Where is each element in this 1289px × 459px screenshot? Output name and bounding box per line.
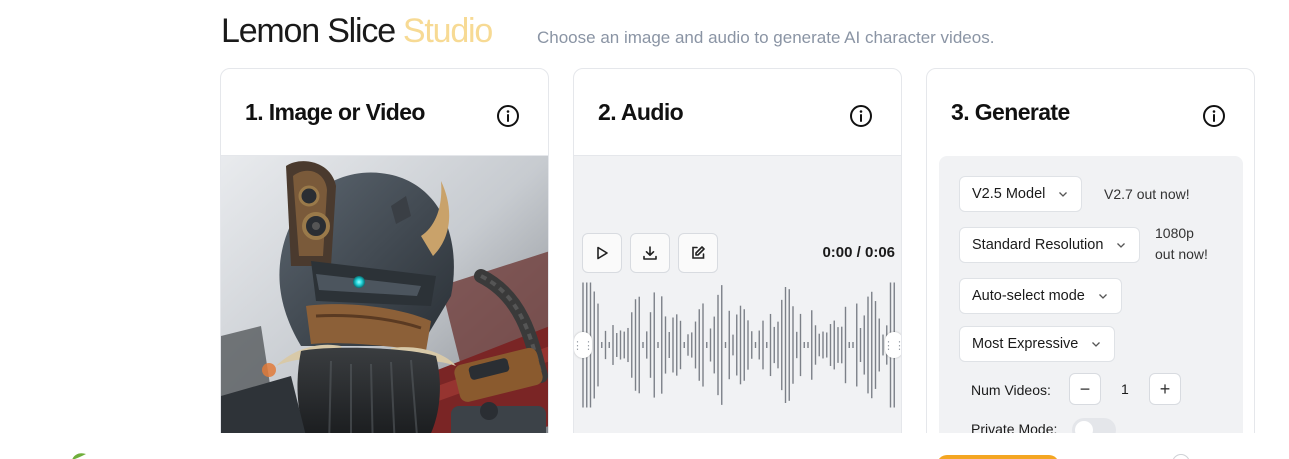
download-button[interactable] xyxy=(630,233,670,273)
generate-button[interactable] xyxy=(937,455,1059,459)
character-image[interactable] xyxy=(221,156,548,447)
tagline: Choose an image and audio to generate AI… xyxy=(537,28,995,47)
chevron-down-icon xyxy=(1098,294,1107,299)
audio-card: 2. Audio 0:00 / 0:06 ⋮⋮ ⋮ xyxy=(573,68,902,448)
chevron-down-icon xyxy=(1059,192,1068,197)
bottom-strip xyxy=(0,433,1289,459)
play-button[interactable] xyxy=(582,233,622,273)
model-select-value: V2.5 Model xyxy=(972,186,1046,202)
expressiveness-select[interactable]: Most Expressive xyxy=(959,326,1116,362)
num-videos-decrement-button[interactable]: − xyxy=(1069,373,1101,405)
info-icon[interactable] xyxy=(1202,104,1226,128)
audio-player: 0:00 / 0:06 ⋮⋮ ⋮⋮ xyxy=(574,156,901,447)
info-icon[interactable] xyxy=(496,104,520,128)
model-note: V2.7 out now! xyxy=(1104,186,1190,202)
audio-time: 0:00 / 0:06 xyxy=(822,244,895,261)
audio-waveform[interactable] xyxy=(580,278,898,413)
audio-card-header: 2. Audio xyxy=(574,69,901,156)
trim-handle-end[interactable]: ⋮⋮ xyxy=(883,332,901,358)
generate-options-panel: V2.5 Model V2.7 out now! Standard Resolu… xyxy=(939,156,1243,447)
model-select[interactable]: V2.5 Model xyxy=(959,176,1083,212)
chevron-down-icon xyxy=(1117,243,1126,248)
expressiveness-select-value: Most Expressive xyxy=(972,336,1079,352)
header: Lemon Slice Studio xyxy=(221,12,493,52)
lemon-leaf-icon xyxy=(72,453,86,459)
audio-card-title: 2. Audio xyxy=(598,99,684,125)
resolution-note: 1080p out now! xyxy=(1155,223,1208,265)
num-videos-value: 1 xyxy=(1121,381,1129,397)
play-icon xyxy=(597,246,608,260)
trim-handle-start[interactable]: ⋮⋮ xyxy=(574,332,594,358)
chevron-down-icon xyxy=(1092,342,1101,347)
edit-icon xyxy=(692,246,705,259)
num-videos-increment-button[interactable]: + xyxy=(1149,373,1181,405)
resolution-note-line1: 1080p xyxy=(1155,225,1194,241)
num-videos-label: Num Videos: xyxy=(971,382,1051,398)
info-icon[interactable] xyxy=(849,104,873,128)
mode-select[interactable]: Auto-select mode xyxy=(959,278,1122,314)
download-icon xyxy=(643,246,657,260)
generate-card: 3. Generate V2.5 Model V2.7 out now! Sta… xyxy=(926,68,1255,448)
generate-card-header: 3. Generate xyxy=(927,69,1254,156)
edit-button[interactable] xyxy=(678,233,718,273)
brand-name: Lemon Slice xyxy=(221,12,396,50)
image-card: 1. Image or Video xyxy=(220,68,549,448)
brand-accent: Studio xyxy=(402,12,493,50)
resolution-select-value: Standard Resolution xyxy=(972,237,1104,253)
studio-page: Lemon Slice Studio Choose an image and a… xyxy=(0,0,1289,459)
generate-card-title: 3. Generate xyxy=(951,99,1070,125)
resolution-note-line2: out now! xyxy=(1155,246,1208,262)
mode-select-value: Auto-select mode xyxy=(972,288,1085,304)
image-card-header: 1. Image or Video xyxy=(221,69,548,156)
resolution-select[interactable]: Standard Resolution xyxy=(959,227,1141,263)
image-card-title: 1. Image or Video xyxy=(245,99,425,125)
